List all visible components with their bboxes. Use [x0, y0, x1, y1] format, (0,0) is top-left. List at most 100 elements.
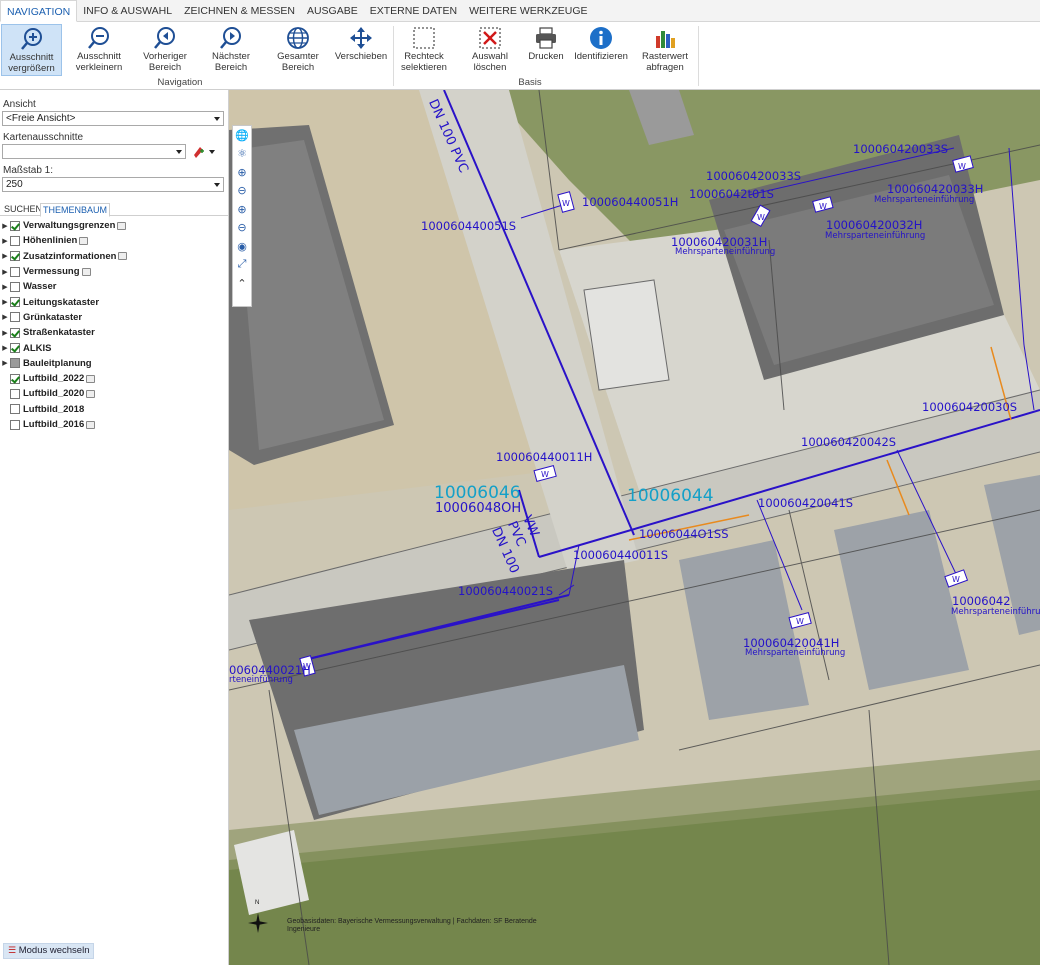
layer-checkbox[interactable] — [10, 373, 20, 384]
layer-checkbox[interactable] — [10, 297, 20, 308]
layer-label: ALKIS — [23, 342, 52, 354]
layer-item[interactable]: ▶ Höhenlinien — [0, 233, 229, 248]
kartenausschnitte-select[interactable] — [2, 144, 186, 159]
layer-info-icon[interactable] — [118, 252, 128, 261]
layer-checkbox[interactable] — [10, 312, 20, 323]
layer-item[interactable]: ▶ Bauleitplanung — [0, 356, 229, 371]
massstab-select[interactable]: 250 — [2, 177, 224, 192]
layer-checkbox[interactable] — [10, 251, 20, 262]
layer-item[interactable]: ▶ Vermessung — [0, 264, 229, 279]
layer-item[interactable]: ▶ Wasser — [0, 279, 229, 294]
zoom-out-icon — [88, 27, 109, 49]
layer-info-icon[interactable] — [86, 420, 96, 429]
layer-item[interactable]: ▶ Verwaltungsgrenzen — [0, 218, 229, 233]
tab-weitere-werkzeuge[interactable]: WEITERE WERKZEUGE — [463, 0, 593, 22]
layer-info-icon[interactable] — [86, 389, 96, 398]
collapse-tools-button[interactable]: ⌃ — [233, 274, 251, 293]
full-extent-button[interactable]: Gesamter Bereich — [270, 24, 326, 76]
expand-arrow-icon[interactable]: ▶ — [0, 252, 10, 260]
tab-themenbaum[interactable]: THEMENBAUM — [40, 203, 111, 217]
layer-item[interactable]: Luftbild_2018 — [0, 402, 229, 417]
rectangle-select-button[interactable]: Rechteck selektieren — [397, 24, 451, 76]
layer-info-icon[interactable] — [86, 374, 96, 383]
expand-arrow-icon[interactable]: ▶ — [0, 237, 10, 245]
tab-externe-daten[interactable]: EXTERNE DATEN — [364, 0, 463, 22]
layer-label: Luftbild_2022 — [23, 373, 85, 385]
tab-ausgabe[interactable]: AUSGABE — [301, 0, 364, 22]
label-033s-top: 100060420033S — [853, 142, 949, 156]
raster-query-button[interactable]: Rasterwert abfragen — [638, 24, 692, 76]
layer-checkbox[interactable] — [10, 327, 20, 338]
label-021h-sub: rteneinführung — [229, 675, 293, 685]
label-041h-sub: Mehrsparteneinführung — [745, 648, 846, 658]
expand-arrow-icon[interactable]: ▶ — [0, 359, 10, 367]
clear-selection-button[interactable]: Auswahl löschen — [463, 24, 517, 76]
full-extent-tool[interactable]: ⤢ — [233, 256, 251, 275]
layer-checkbox[interactable] — [10, 388, 20, 399]
expand-arrow-icon[interactable]: ▶ — [0, 283, 10, 291]
label-401ss: 10006044O1SS — [639, 527, 729, 541]
chevron-down-icon — [214, 117, 220, 121]
previous-extent-label: Vorheriger Bereich — [143, 51, 187, 73]
layer-item[interactable]: Luftbild_2020 — [0, 386, 229, 401]
layer-checkbox[interactable] — [10, 404, 20, 415]
zoom-out-label: Ausschnitt verkleinern — [75, 51, 123, 73]
locate-icon: ◉ — [237, 240, 247, 253]
print-button[interactable]: Drucken — [525, 24, 567, 76]
next-extent-button[interactable]: Nächster Bereich — [204, 24, 258, 76]
layer-item[interactable]: Luftbild_2016 — [0, 417, 229, 432]
map-view[interactable]: W W W W W W W W DN 100 PVC 100060440051H… — [229, 90, 1040, 965]
tab-navigation[interactable]: NAVIGATION — [0, 0, 78, 22]
zoom-in-button[interactable]: Ausschnitt vergrößern — [1, 24, 62, 76]
label-032h: 100060420032H — [826, 218, 923, 232]
zoom-out-tool[interactable]: ⊖ — [233, 182, 251, 201]
identify-button[interactable]: Identifizieren — [572, 24, 630, 76]
previous-extent-button[interactable]: Vorheriger Bereich — [138, 24, 192, 76]
expand-arrow-icon[interactable]: ▶ — [0, 313, 10, 321]
copyright-text: Geobasisdaten: Bayerische Vermessungsver… — [287, 918, 537, 933]
layer-item[interactable]: ▶ Leitungskataster — [0, 294, 229, 309]
layer-checkbox[interactable] — [10, 266, 20, 277]
layer-checkbox[interactable] — [10, 419, 20, 430]
zoom-in-icon: ⊕ — [237, 166, 247, 179]
globe-tool[interactable]: 🌐 — [233, 126, 251, 145]
expand-arrow-icon[interactable]: ▶ — [0, 298, 10, 306]
mode-switch-button[interactable]: ☰ Modus wechseln — [3, 943, 95, 959]
layer-item[interactable]: ▶ Straßenkataster — [0, 325, 229, 340]
expand-arrow-icon[interactable]: ▶ — [0, 329, 10, 337]
layer-item[interactable]: ▶ ALKIS — [0, 340, 229, 355]
add-bookmark-button[interactable] — [191, 145, 217, 159]
layer-item[interactable]: ▶ Zusatzinformationen — [0, 249, 229, 264]
expand-arrow-icon[interactable]: ▶ — [0, 344, 10, 352]
locate-tool[interactable]: ◉ — [233, 237, 251, 256]
layer-info-icon[interactable] — [79, 236, 89, 245]
chevron-down-icon — [176, 150, 182, 154]
info-icon — [590, 27, 612, 49]
layer-checkbox[interactable] — [10, 358, 20, 369]
zoom-out-small-tool[interactable]: ⊖ — [233, 219, 251, 238]
label-011s: 100060440011S — [573, 548, 669, 562]
expand-arrow-icon[interactable]: ▶ — [0, 222, 10, 230]
pan-button[interactable]: Verschieben — [334, 24, 388, 76]
layer-checkbox[interactable] — [10, 281, 20, 292]
tab-zeichnen-messen[interactable]: ZEICHNEN & MESSEN — [178, 0, 301, 22]
zoom-in-small-tool[interactable]: ⊕ — [233, 200, 251, 219]
layer-label: Grünkataster — [23, 311, 83, 323]
ansicht-select[interactable]: <Freie Ansicht> — [2, 111, 224, 126]
pan-label: Verschieben — [334, 51, 388, 62]
layer-info-icon[interactable] — [81, 267, 91, 276]
layer-label: Höhenlinien — [23, 235, 78, 247]
expand-arrow-icon[interactable]: ▶ — [0, 268, 10, 276]
layer-item[interactable]: ▶ Grünkataster — [0, 310, 229, 325]
layer-item[interactable]: Luftbild_2022 — [0, 371, 229, 386]
layer-info-icon[interactable] — [117, 221, 127, 230]
layer-checkbox[interactable] — [10, 220, 20, 231]
layer-checkbox[interactable] — [10, 235, 20, 246]
globe-nav-tool[interactable]: ⚛ — [233, 145, 251, 164]
zoom-out-button[interactable]: Ausschnitt verkleinern — [70, 24, 128, 76]
layer-label: Straßenkataster — [23, 327, 95, 339]
tab-suchen[interactable]: SUCHEN — [2, 203, 44, 215]
tab-info-auswahl[interactable]: INFO & AUSWAHL — [77, 0, 178, 22]
layer-checkbox[interactable] — [10, 343, 20, 354]
zoom-in-tool[interactable]: ⊕ — [233, 163, 251, 182]
